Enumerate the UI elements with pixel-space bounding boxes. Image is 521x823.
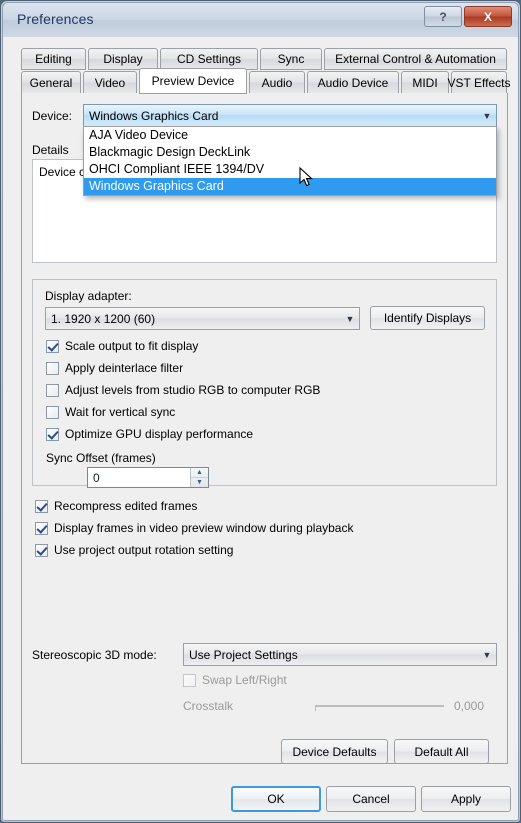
crosstalk-slider (315, 705, 444, 707)
device-label: Device: (32, 109, 73, 123)
device-combobox[interactable]: Windows Graphics Card ▼ (83, 104, 497, 127)
checkbox-label: Swap Left/Right (202, 673, 287, 687)
tab-audio-device[interactable]: Audio Device (307, 71, 399, 94)
display-adapter-label: Display adapter: (45, 289, 132, 303)
help-button[interactable]: ? (424, 6, 462, 27)
device-defaults-button[interactable]: Device Defaults (281, 739, 388, 764)
checkbox-apply-deinterlace[interactable]: Apply deinterlace filter (46, 361, 183, 375)
preferences-window: Preferences ? X Editing Display CD Setti… (0, 0, 521, 823)
dropdown-option-windows-graphics-card[interactable]: Windows Graphics Card (84, 178, 496, 195)
checkbox-icon (46, 361, 59, 375)
dropdown-option-blackmagic[interactable]: Blackmagic Design DeckLink (84, 144, 496, 161)
device-combobox-value: Windows Graphics Card (89, 108, 219, 123)
tab-row-lower: General Video Preview Device Audio Audio… (21, 68, 510, 94)
client-area: Editing Display CD Settings Sync Externa… (3, 37, 518, 820)
display-adapter-group: Display adapter: 1. 1920 x 1200 (60) ▼ I… (32, 279, 497, 488)
display-adapter-value: 1. 1920 x 1200 (60) (51, 311, 156, 326)
apply-button[interactable]: Apply (421, 786, 511, 812)
checkbox-label: Apply deinterlace filter (65, 361, 184, 375)
window-title: Preferences (17, 11, 94, 27)
checkbox-icon (183, 673, 196, 687)
checkbox-icon (35, 499, 48, 513)
checkbox-optimize-gpu[interactable]: Optimize GPU display performance (46, 427, 253, 441)
spinner-down-icon[interactable]: ▼ (191, 478, 208, 487)
window-inner: Preferences ? X Editing Display CD Setti… (2, 2, 519, 821)
tab-preview-device[interactable]: Preview Device (139, 68, 247, 94)
checkbox-icon (46, 383, 59, 397)
tab-display[interactable]: Display (88, 48, 158, 70)
tab-audio[interactable]: Audio (249, 71, 305, 94)
details-panel-text: Device c (39, 165, 86, 179)
chevron-down-icon: ▼ (482, 110, 492, 121)
crosstalk-slider-cap (315, 705, 316, 711)
ok-button[interactable]: OK (231, 786, 321, 812)
tab-row-upper: Editing Display CD Settings Sync Externa… (21, 48, 508, 70)
checkbox-adjust-levels[interactable]: Adjust levels from studio RGB to compute… (46, 383, 320, 397)
checkbox-icon (35, 521, 48, 535)
tab-panel: Editing Display CD Settings Sync Externa… (21, 48, 510, 764)
chevron-down-icon: ▼ (482, 649, 492, 660)
checkbox-icon (46, 405, 59, 419)
stereoscopic-value: Use Project Settings (189, 647, 298, 662)
sync-offset-label: Sync Offset (frames) (46, 451, 156, 465)
checkbox-label: Scale output to fit display (65, 339, 199, 353)
checkbox-icon (46, 427, 59, 441)
checkbox-wait-vertical-sync[interactable]: Wait for vertical sync (46, 405, 175, 419)
checkbox-icon (46, 339, 59, 353)
checkbox-icon (35, 543, 48, 557)
tab-editing[interactable]: Editing (21, 48, 86, 70)
crosstalk-value: 0,000 (454, 699, 485, 713)
stereoscopic-combobox[interactable]: Use Project Settings ▼ (183, 643, 497, 666)
checkbox-label: Display frames in video preview window d… (54, 521, 354, 535)
checkbox-scale-output[interactable]: Scale output to fit display (46, 339, 198, 353)
checkbox-label: Optimize GPU display performance (65, 427, 254, 441)
tab-video[interactable]: Video (83, 71, 137, 94)
checkbox-label: Adjust levels from studio RGB to compute… (65, 383, 321, 397)
checkbox-recompress-edited-frames[interactable]: Recompress edited frames (35, 499, 197, 513)
tab-general[interactable]: General (21, 71, 81, 94)
cancel-button[interactable]: Cancel (326, 786, 416, 812)
title-bar[interactable]: Preferences ? X (3, 3, 518, 37)
identify-displays-button[interactable]: Identify Displays (370, 306, 485, 330)
tab-external-control[interactable]: External Control & Automation (324, 48, 507, 70)
display-adapter-combobox[interactable]: 1. 1920 x 1200 (60) ▼ (45, 307, 360, 330)
checkbox-use-project-rotation[interactable]: Use project output rotation setting (35, 543, 233, 557)
close-button[interactable]: X (464, 6, 512, 27)
dropdown-option-aja[interactable]: AJA Video Device (84, 127, 496, 144)
sync-offset-value[interactable]: 0 (88, 471, 190, 485)
details-group-label: Details (32, 143, 69, 157)
tab-body: Device: Windows Graphics Card ▼ Details … (21, 93, 508, 764)
checkbox-label: Recompress edited frames (54, 499, 198, 513)
checkbox-swap-left-right: Swap Left/Right (183, 673, 287, 687)
tab-sync[interactable]: Sync (260, 48, 322, 70)
chevron-down-icon: ▼ (345, 313, 355, 324)
spinner-up-icon[interactable]: ▲ (191, 468, 208, 478)
checkbox-display-frames-preview[interactable]: Display frames in video preview window d… (35, 521, 353, 535)
dropdown-option-ohci[interactable]: OHCI Compliant IEEE 1394/DV (84, 161, 496, 178)
checkbox-label: Wait for vertical sync (65, 405, 176, 419)
checkbox-label: Use project output rotation setting (54, 543, 234, 557)
tab-vst-effects[interactable]: VST Effects (448, 71, 510, 94)
tab-midi[interactable]: MIDI (401, 71, 449, 94)
tab-cd-settings[interactable]: CD Settings (160, 48, 258, 70)
spinner-buttons: ▲ ▼ (190, 468, 208, 487)
crosstalk-label: Crosstalk (183, 699, 234, 713)
stereoscopic-label: Stereoscopic 3D mode: (32, 648, 157, 662)
device-dropdown-list[interactable]: AJA Video Device Blackmagic Design DeckL… (83, 126, 497, 196)
sync-offset-spinner[interactable]: 0 ▲ ▼ (87, 467, 209, 488)
default-all-button[interactable]: Default All (394, 739, 489, 764)
